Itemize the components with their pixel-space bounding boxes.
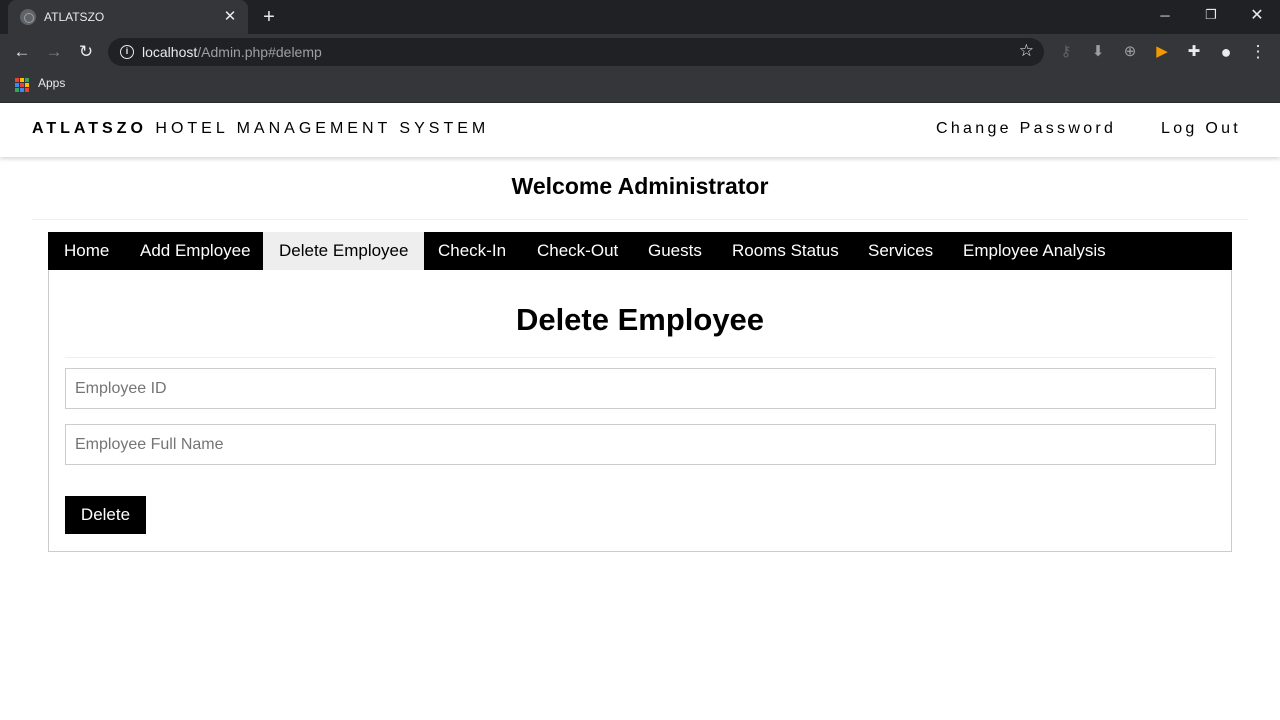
browser-tab[interactable]: ATLATSZO ✕	[8, 0, 248, 34]
close-window-icon[interactable]: ✕	[1234, 0, 1280, 30]
download-arrow-icon[interactable]: ⬇	[1088, 42, 1108, 62]
tab-home[interactable]: Home	[48, 232, 125, 270]
tab-check-in[interactable]: Check-In	[422, 232, 522, 270]
tab-services[interactable]: Services	[852, 232, 949, 270]
profile-icon[interactable]: ●	[1216, 42, 1236, 62]
tab-employee-analysis[interactable]: Employee Analysis	[947, 232, 1122, 270]
address-bar[interactable]: i localhost/Admin.php#delemp ☆	[108, 38, 1044, 66]
puzzle-icon[interactable]: ✚	[1184, 42, 1204, 62]
change-password-link[interactable]: Change Password	[936, 120, 1116, 138]
employee-id-input[interactable]	[65, 368, 1216, 409]
apps-grid-icon[interactable]	[15, 78, 29, 92]
panel-title: Delete Employee	[515, 302, 765, 337]
new-tab-icon[interactable]: +	[258, 6, 280, 28]
download-circle-icon[interactable]: ⊕	[1120, 42, 1140, 62]
browser-toolbar: ← → ↻ i localhost/Admin.php#delemp ☆ ⚷ ⬇…	[0, 34, 1280, 70]
globe-icon	[20, 9, 36, 25]
bookmark-apps[interactable]: Apps	[38, 76, 65, 90]
bookmark-star-icon[interactable]: ☆	[1019, 41, 1034, 61]
admin-tab-bar: Home Add Employee Delete Employee Check-…	[48, 232, 1232, 270]
menu-dots-icon[interactable]: ⋮	[1248, 42, 1268, 62]
key-icon[interactable]: ⚷	[1056, 42, 1076, 62]
delete-button[interactable]: Delete	[65, 496, 146, 534]
site-header: ATLATSZO HOTEL MANAGEMENT SYSTEM Change …	[0, 103, 1280, 157]
tab-add-employee[interactable]: Add Employee	[124, 232, 267, 270]
site-brand[interactable]: ATLATSZO HOTEL MANAGEMENT SYSTEM	[32, 120, 489, 138]
welcome-heading: Welcome Administrator	[511, 173, 769, 199]
url-text: localhost/Admin.php#delemp	[142, 44, 322, 60]
tab-rooms-status[interactable]: Rooms Status	[716, 232, 855, 270]
employee-name-input[interactable]	[65, 424, 1216, 465]
tab-check-out[interactable]: Check-Out	[521, 232, 634, 270]
info-icon[interactable]: i	[120, 45, 134, 59]
delete-employee-panel: Delete Employee Delete	[48, 270, 1232, 552]
restore-icon[interactable]: ❐	[1188, 0, 1234, 30]
divider	[65, 357, 1215, 358]
back-icon[interactable]: ←	[9, 39, 35, 65]
log-out-link[interactable]: Log Out	[1161, 120, 1241, 138]
divider	[32, 219, 1248, 220]
tab-delete-employee[interactable]: Delete Employee	[263, 232, 425, 270]
play-icon[interactable]: ▶	[1152, 42, 1172, 62]
browser-tabstrip: ATLATSZO ✕ + ─ ❐ ✕	[0, 0, 1280, 34]
minimize-icon[interactable]: ─	[1142, 0, 1188, 30]
close-tab-icon[interactable]: ✕	[222, 9, 238, 25]
browser-tab-title: ATLATSZO	[44, 10, 105, 24]
forward-icon[interactable]: →	[41, 39, 67, 65]
tab-guests[interactable]: Guests	[632, 232, 718, 270]
reload-icon[interactable]: ↻	[73, 39, 99, 65]
bookmarks-bar: Apps	[0, 70, 1280, 103]
